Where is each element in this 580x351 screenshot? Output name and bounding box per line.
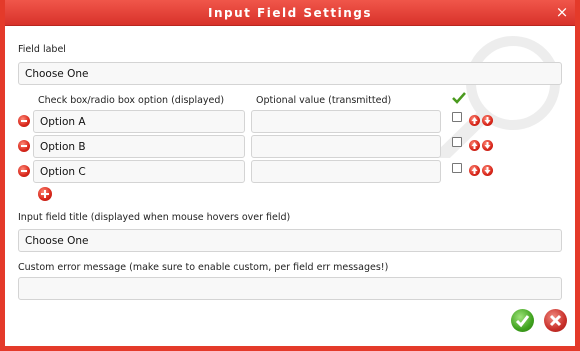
dialog-title: Input Field Settings (207, 6, 373, 20)
option-c-value-input[interactable] (251, 160, 441, 183)
ok-button[interactable] (511, 309, 534, 332)
option-b-value-input[interactable] (251, 135, 441, 158)
checkmark-icon (452, 92, 466, 104)
arrow-down-icon[interactable] (482, 115, 493, 126)
option-a-value-input[interactable] (251, 110, 441, 133)
value-column-header: Optional value (transmitted) (256, 95, 392, 106)
input-field-settings-dialog: Input Field Settings × Field label Choos… (0, 0, 580, 351)
error-message-input[interactable] (18, 277, 562, 300)
arrow-down-icon[interactable] (482, 140, 493, 151)
option-b-default-checkbox[interactable] (452, 137, 462, 147)
close-icon[interactable]: × (553, 3, 571, 21)
option-a-default-checkbox[interactable] (452, 112, 462, 122)
remove-option-a-icon[interactable] (18, 115, 30, 127)
remove-option-c-icon[interactable] (18, 165, 30, 177)
remove-option-b-icon[interactable] (18, 140, 30, 152)
arrow-up-icon[interactable] (469, 165, 480, 176)
cancel-button[interactable] (544, 309, 567, 332)
error-message-caption: Custom error message (make sure to enabl… (18, 262, 389, 273)
checkmark-circle-icon (515, 315, 530, 328)
option-a-input[interactable]: Option A (33, 110, 245, 133)
x-circle-icon (549, 314, 562, 327)
add-option-icon[interactable] (38, 187, 52, 201)
input-title-input[interactable]: Choose One (18, 229, 562, 252)
field-label-input[interactable]: Choose One (18, 62, 562, 85)
option-c-default-checkbox[interactable] (452, 163, 462, 173)
dialog-titlebar[interactable]: Input Field Settings × (5, 0, 575, 26)
option-column-header: Check box/radio box option (displayed) (38, 95, 225, 106)
arrow-up-icon[interactable] (469, 140, 480, 151)
arrow-down-icon[interactable] (482, 165, 493, 176)
input-title-caption: Input field title (displayed when mouse … (18, 212, 291, 223)
field-label-caption: Field label (18, 44, 66, 55)
arrow-up-icon[interactable] (469, 115, 480, 126)
option-c-input[interactable]: Option C (33, 160, 245, 183)
option-b-input[interactable]: Option B (33, 135, 245, 158)
